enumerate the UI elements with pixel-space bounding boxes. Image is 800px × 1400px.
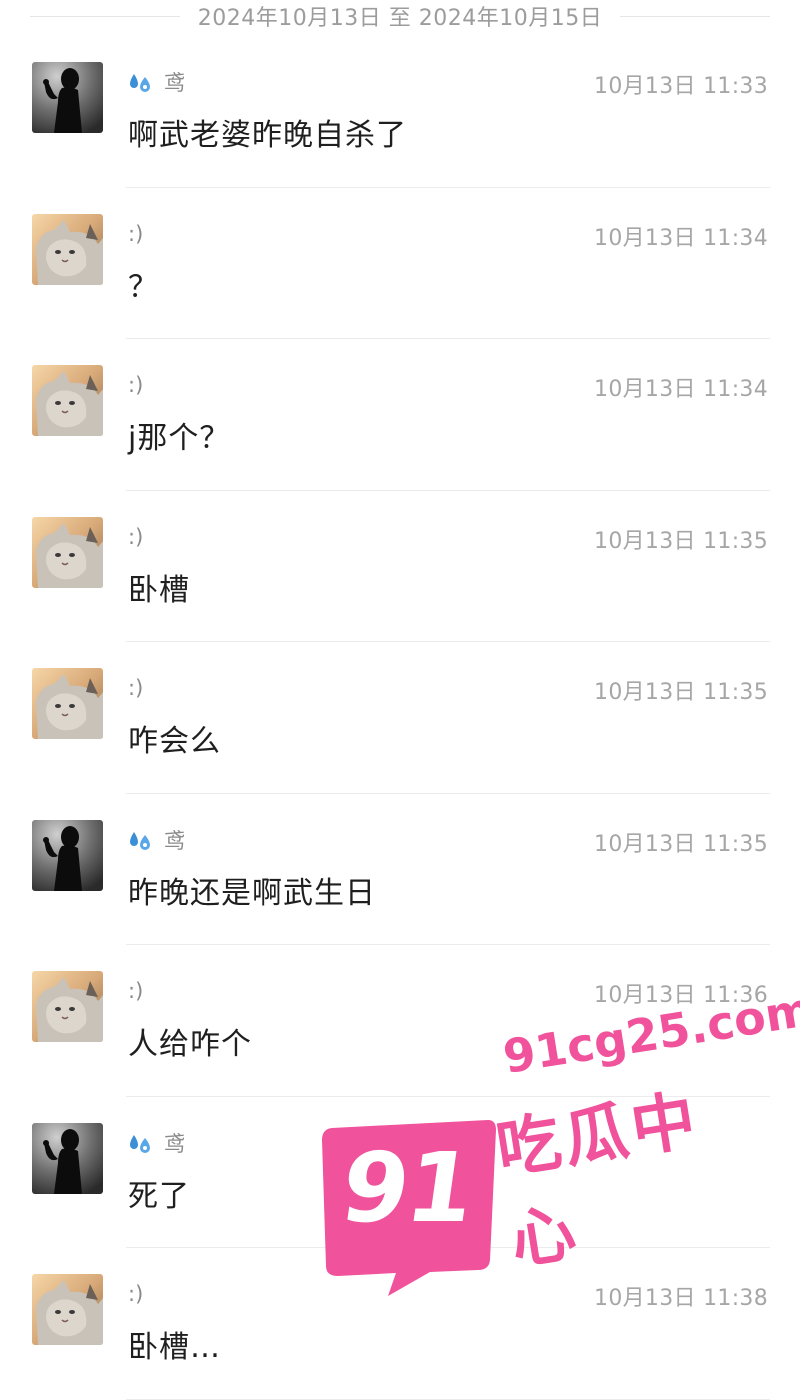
message-time: 10月13日 11:33 bbox=[594, 74, 768, 99]
message-item[interactable]: 鸢 10月13日 11:35 昨晚还是啊武生日 bbox=[0, 794, 800, 945]
sender-name: :) bbox=[128, 221, 144, 246]
sender-row: :) bbox=[128, 1280, 143, 1308]
silhouette-avatar[interactable] bbox=[32, 62, 103, 133]
sender-row: :) bbox=[128, 523, 143, 551]
message-text: 咋会么 bbox=[128, 724, 221, 759]
sender-row: :) bbox=[128, 371, 143, 399]
message-item[interactable]: 鸢 10月13日 11:33 啊武老婆昨晚自杀了 bbox=[0, 36, 800, 188]
silhouette-avatar[interactable] bbox=[32, 1122, 103, 1194]
water-drops-icon bbox=[128, 71, 154, 93]
water-drops-icon bbox=[128, 829, 154, 851]
message-item[interactable]: :) 10月13日 11:34 j那个？ bbox=[0, 339, 800, 491]
sender-name: 鸢 bbox=[164, 71, 185, 95]
message-item[interactable]: :) 10月13日 11:35 咋会么 bbox=[0, 642, 800, 794]
message-text: j那个？ bbox=[128, 421, 231, 456]
sender-row: :) bbox=[128, 674, 143, 702]
sender-name: :) bbox=[128, 1282, 144, 1306]
watermark-number: 91 bbox=[334, 1132, 480, 1244]
message-text: 卧槽… bbox=[128, 1330, 221, 1365]
message-text: 死了 bbox=[128, 1178, 190, 1214]
divider bbox=[620, 16, 770, 17]
message-item[interactable]: :) 10月13日 11:34 ？ bbox=[0, 188, 800, 339]
sender-name: :) bbox=[128, 676, 144, 700]
message-time: 10月13日 11:34 bbox=[594, 377, 768, 402]
cat-avatar[interactable] bbox=[32, 516, 103, 588]
message-item[interactable]: :) 10月13日 11:35 卧槽 bbox=[0, 491, 800, 642]
cat-avatar[interactable] bbox=[32, 668, 103, 739]
sender-name: :) bbox=[128, 979, 144, 1003]
cat-avatar[interactable] bbox=[32, 971, 103, 1042]
sender-name: :) bbox=[128, 524, 144, 549]
sender-name: 鸢 bbox=[164, 1131, 185, 1156]
sender-name: :) bbox=[128, 373, 144, 397]
date-range-header: 2024年10月13日 至 2024年10月15日 bbox=[0, 0, 800, 36]
message-text: 卧槽 bbox=[128, 572, 190, 608]
message-time: 10月13日 11:35 bbox=[594, 831, 768, 857]
divider bbox=[30, 16, 180, 17]
cat-avatar[interactable] bbox=[32, 1274, 103, 1345]
divider bbox=[126, 1398, 770, 1400]
date-range-label: 2024年10月13日 至 2024年10月15日 bbox=[185, 0, 615, 32]
message-time: 10月13日 11:34 bbox=[594, 225, 768, 251]
message-text: 啊武老婆昨晚自杀了 bbox=[128, 118, 407, 153]
water-drops-icon bbox=[128, 1132, 154, 1154]
sender-row: 鸢 bbox=[128, 68, 185, 96]
message-time: 10月13日 11:35 bbox=[594, 528, 768, 554]
watermark-brand: 吃瓜中心 bbox=[491, 1083, 705, 1280]
silhouette-avatar[interactable] bbox=[32, 819, 103, 891]
sender-row: 鸢 bbox=[128, 1129, 185, 1157]
message-text: 人给咋个 bbox=[128, 1027, 252, 1062]
cat-avatar[interactable] bbox=[32, 213, 103, 285]
message-text: 昨晚还是啊武生日 bbox=[128, 875, 376, 911]
message-time: 10月13日 11:35 bbox=[594, 680, 768, 705]
sender-name: 鸢 bbox=[164, 828, 185, 853]
message-text: ？ bbox=[128, 269, 159, 305]
watermark: 91 91cg25.com 吃瓜中心 bbox=[318, 982, 800, 1296]
sender-row: 鸢 bbox=[128, 826, 185, 854]
sender-row: :) bbox=[128, 220, 143, 248]
cat-avatar[interactable] bbox=[32, 365, 103, 436]
sender-row: :) bbox=[128, 977, 143, 1005]
